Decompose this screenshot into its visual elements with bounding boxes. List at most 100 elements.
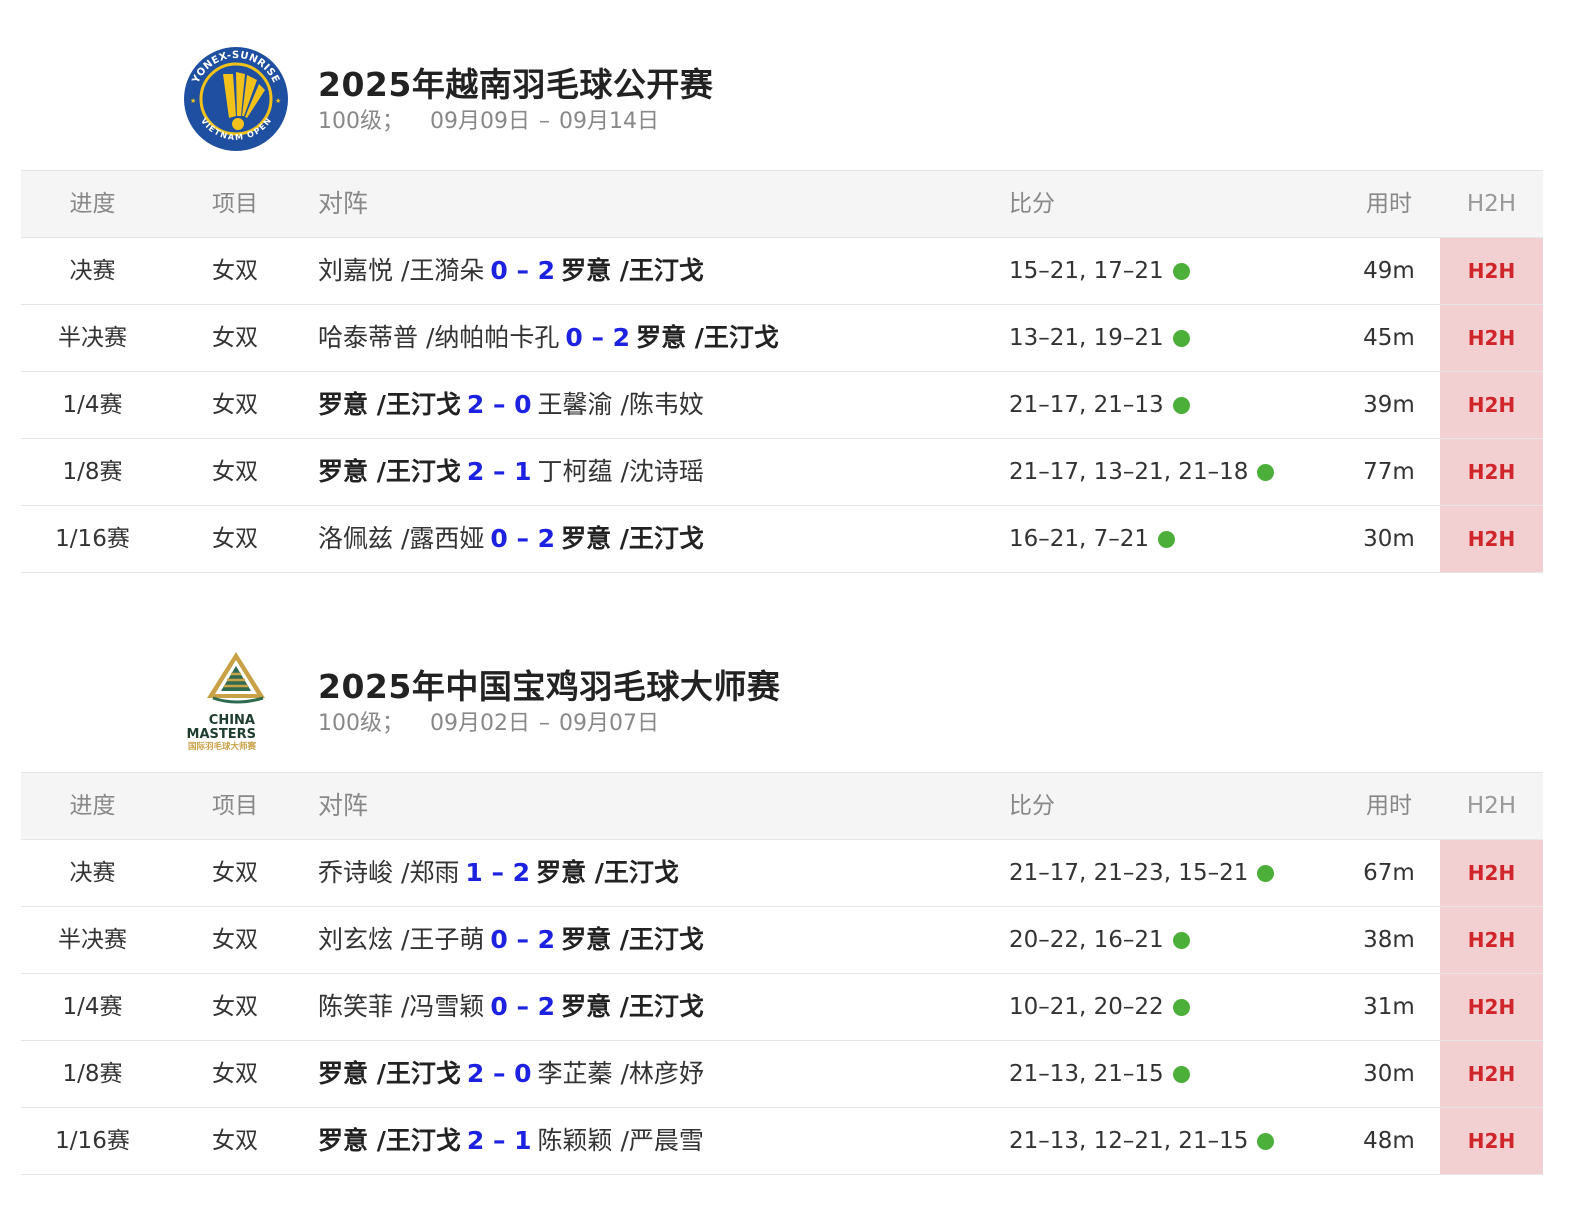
- left-pair[interactable]: 陈笑菲 /冯雪颖: [318, 992, 484, 1021]
- tournament-vietnam-open: YONEX-SUNRISE VIETNAM OPEN ★ ★ 2025年越南羽毛…: [21, 0, 1543, 573]
- left-pair[interactable]: 罗意 /王汀戈: [318, 1059, 461, 1088]
- game-scores-text: 13–21, 19–21: [1009, 325, 1164, 351]
- match-score: 1 – 2: [465, 858, 531, 887]
- left-pair[interactable]: 刘嘉悦 /王漪朵: [318, 256, 484, 285]
- h2h-button[interactable]: H2H: [1440, 840, 1543, 906]
- game-scores: 15–21, 17–21: [1009, 238, 1190, 304]
- game-scores: 21–13, 12–21, 21–15: [1009, 1108, 1275, 1174]
- right-pair[interactable]: 罗意 /王汀戈: [561, 992, 704, 1021]
- status-dot-icon: [1172, 999, 1190, 1016]
- match-score: 0 – 2: [490, 992, 556, 1021]
- tournament-china-masters: CHINA MASTERS 国际羽毛球大师赛 2025年中国宝鸡羽毛球大师赛 1…: [21, 602, 1543, 1175]
- game-scores: 16–21, 7–21: [1009, 506, 1176, 572]
- match-stage: 1/16赛: [55, 1128, 130, 1154]
- match-stage: 决赛: [69, 258, 116, 284]
- table-row: 半决赛 女双 刘玄炫 /王子萌 0 – 2 罗意 /王汀戈 20–22, 16–21 38m…: [21, 907, 1543, 974]
- svg-text:CHINA: CHINA: [209, 713, 255, 728]
- tournament-subtitle: 100级； 09月02日 –09月07日: [318, 705, 659, 737]
- match-stage: 半决赛: [58, 325, 127, 351]
- h2h-button[interactable]: H2H: [1440, 1041, 1543, 1107]
- h2h-button[interactable]: H2H: [1440, 372, 1543, 438]
- matches-table: 进度 项目 对阵 比分 用时 H2H 决赛 女双 乔诗峻 /郑雨 1 – 2 罗意 /王…: [21, 772, 1543, 1175]
- h2h-button[interactable]: H2H: [1440, 305, 1543, 371]
- date-start: 09月09日: [430, 109, 530, 134]
- match-pairing: 陈笑菲 /冯雪颖 0 – 2 罗意 /王汀戈: [318, 974, 704, 1040]
- table-row: 1/4赛 女双 罗意 /王汀戈 2 – 0 王馨渝 /陈韦妏 21–17, 21–13 39…: [21, 372, 1543, 439]
- match-stage: 1/8赛: [62, 459, 123, 485]
- match-score: 2 – 0: [466, 1059, 532, 1088]
- match-event: 女双: [212, 392, 258, 418]
- date-separator: –: [539, 711, 550, 736]
- match-stage: 1/8赛: [62, 1061, 123, 1087]
- match-duration: 38m: [1363, 927, 1415, 953]
- h2h-button[interactable]: H2H: [1440, 907, 1543, 973]
- header-stage: 进度: [69, 793, 116, 819]
- date-start: 09月02日: [430, 711, 530, 736]
- match-stage: 决赛: [69, 860, 116, 886]
- game-scores: 10–21, 20–22: [1009, 974, 1190, 1040]
- h2h-button[interactable]: H2H: [1440, 439, 1543, 505]
- match-duration: 31m: [1363, 994, 1415, 1020]
- right-pair[interactable]: 丁柯蕴 /沈诗瑶: [538, 457, 704, 486]
- match-pairing: 刘玄炫 /王子萌 0 – 2 罗意 /王汀戈: [318, 907, 704, 973]
- left-pair[interactable]: 洛佩兹 /露西娅: [318, 524, 484, 553]
- match-pairing: 洛佩兹 /露西娅 0 – 2 罗意 /王汀戈: [318, 506, 704, 572]
- right-pair[interactable]: 罗意 /王汀戈: [561, 256, 704, 285]
- tournament-header: YONEX-SUNRISE VIETNAM OPEN ★ ★ 2025年越南羽毛…: [21, 0, 1543, 170]
- matches-table: 进度 项目 对阵 比分 用时 H2H 决赛 女双 刘嘉悦 /王漪朵 0 – 2 罗意 /…: [21, 170, 1543, 573]
- left-pair[interactable]: 罗意 /王汀戈: [318, 390, 461, 419]
- match-event: 女双: [212, 258, 258, 284]
- match-duration: 39m: [1363, 392, 1415, 418]
- match-pairing: 罗意 /王汀戈 2 – 0 李芷蓁 /林彦妤: [318, 1041, 704, 1107]
- right-pair[interactable]: 陈颖颖 /严晨雪: [538, 1126, 704, 1155]
- game-scores-text: 16–21, 7–21: [1009, 526, 1150, 552]
- match-pairing: 刘嘉悦 /王漪朵 0 – 2 罗意 /王汀戈: [318, 238, 704, 304]
- right-pair[interactable]: 李芷蓁 /林彦妤: [538, 1059, 704, 1088]
- game-scores-text: 21–13, 12–21, 21–15: [1009, 1128, 1249, 1154]
- left-pair[interactable]: 罗意 /王汀戈: [318, 1126, 461, 1155]
- right-pair[interactable]: 罗意 /王汀戈: [536, 858, 679, 887]
- right-pair[interactable]: 罗意 /王汀戈: [561, 925, 704, 954]
- match-score: 2 – 1: [466, 1126, 532, 1155]
- match-score: 2 – 1: [466, 457, 532, 486]
- match-event: 女双: [212, 526, 258, 552]
- game-scores-text: 21–17, 21–23, 15–21: [1009, 860, 1249, 886]
- left-pair[interactable]: 乔诗峻 /郑雨: [318, 858, 459, 887]
- match-event: 女双: [212, 994, 258, 1020]
- left-pair[interactable]: 刘玄炫 /王子萌: [318, 925, 484, 954]
- match-score: 0 – 2: [490, 256, 556, 285]
- status-dot-icon: [1158, 531, 1176, 548]
- match-pairing: 罗意 /王汀戈 2 – 0 王馨渝 /陈韦妏: [318, 372, 704, 438]
- tournament-level: 100级；: [318, 711, 404, 736]
- match-duration: 45m: [1363, 325, 1415, 351]
- match-duration: 30m: [1363, 526, 1415, 552]
- status-dot-icon: [1172, 932, 1190, 949]
- table-row: 决赛 女双 乔诗峻 /郑雨 1 – 2 罗意 /王汀戈 21–17, 21–23, 15–…: [21, 840, 1543, 907]
- match-score: 2 – 0: [466, 390, 532, 419]
- game-scores-text: 21–17, 21–13: [1009, 392, 1164, 418]
- match-event: 女双: [212, 1061, 258, 1087]
- match-score: 0 – 2: [565, 323, 631, 352]
- date-separator: –: [539, 109, 550, 134]
- h2h-button[interactable]: H2H: [1440, 506, 1543, 572]
- right-pair[interactable]: 罗意 /王汀戈: [636, 323, 779, 352]
- game-scores: 21–17, 13–21, 21–18: [1009, 439, 1275, 505]
- header-h2h: H2H: [1466, 191, 1517, 217]
- china-masters-logo: CHINA MASTERS 国际羽毛球大师赛: [187, 652, 265, 752]
- table-header-row: 进度 项目 对阵 比分 用时 H2H: [21, 171, 1543, 238]
- match-pairing: 罗意 /王汀戈 2 – 1 陈颖颖 /严晨雪: [318, 1108, 704, 1174]
- h2h-button[interactable]: H2H: [1440, 974, 1543, 1040]
- match-event: 女双: [212, 1128, 258, 1154]
- right-pair[interactable]: 王馨渝 /陈韦妏: [538, 390, 704, 419]
- status-dot-icon: [1257, 1133, 1275, 1150]
- h2h-button[interactable]: H2H: [1440, 1108, 1543, 1174]
- left-pair[interactable]: 哈泰蒂普 /纳帕帕卡孔: [318, 323, 559, 352]
- right-pair[interactable]: 罗意 /王汀戈: [561, 524, 704, 553]
- left-pair[interactable]: 罗意 /王汀戈: [318, 457, 461, 486]
- table-row: 1/16赛 女双 罗意 /王汀戈 2 – 1 陈颖颖 /严晨雪 21–13, 12–21,…: [21, 1108, 1543, 1175]
- match-duration: 30m: [1363, 1061, 1415, 1087]
- header-match: 对阵: [318, 189, 369, 218]
- h2h-button[interactable]: H2H: [1440, 238, 1543, 304]
- table-row: 半决赛 女双 哈泰蒂普 /纳帕帕卡孔 0 – 2 罗意 /王汀戈 13–21, 19–21…: [21, 305, 1543, 372]
- match-event: 女双: [212, 325, 258, 351]
